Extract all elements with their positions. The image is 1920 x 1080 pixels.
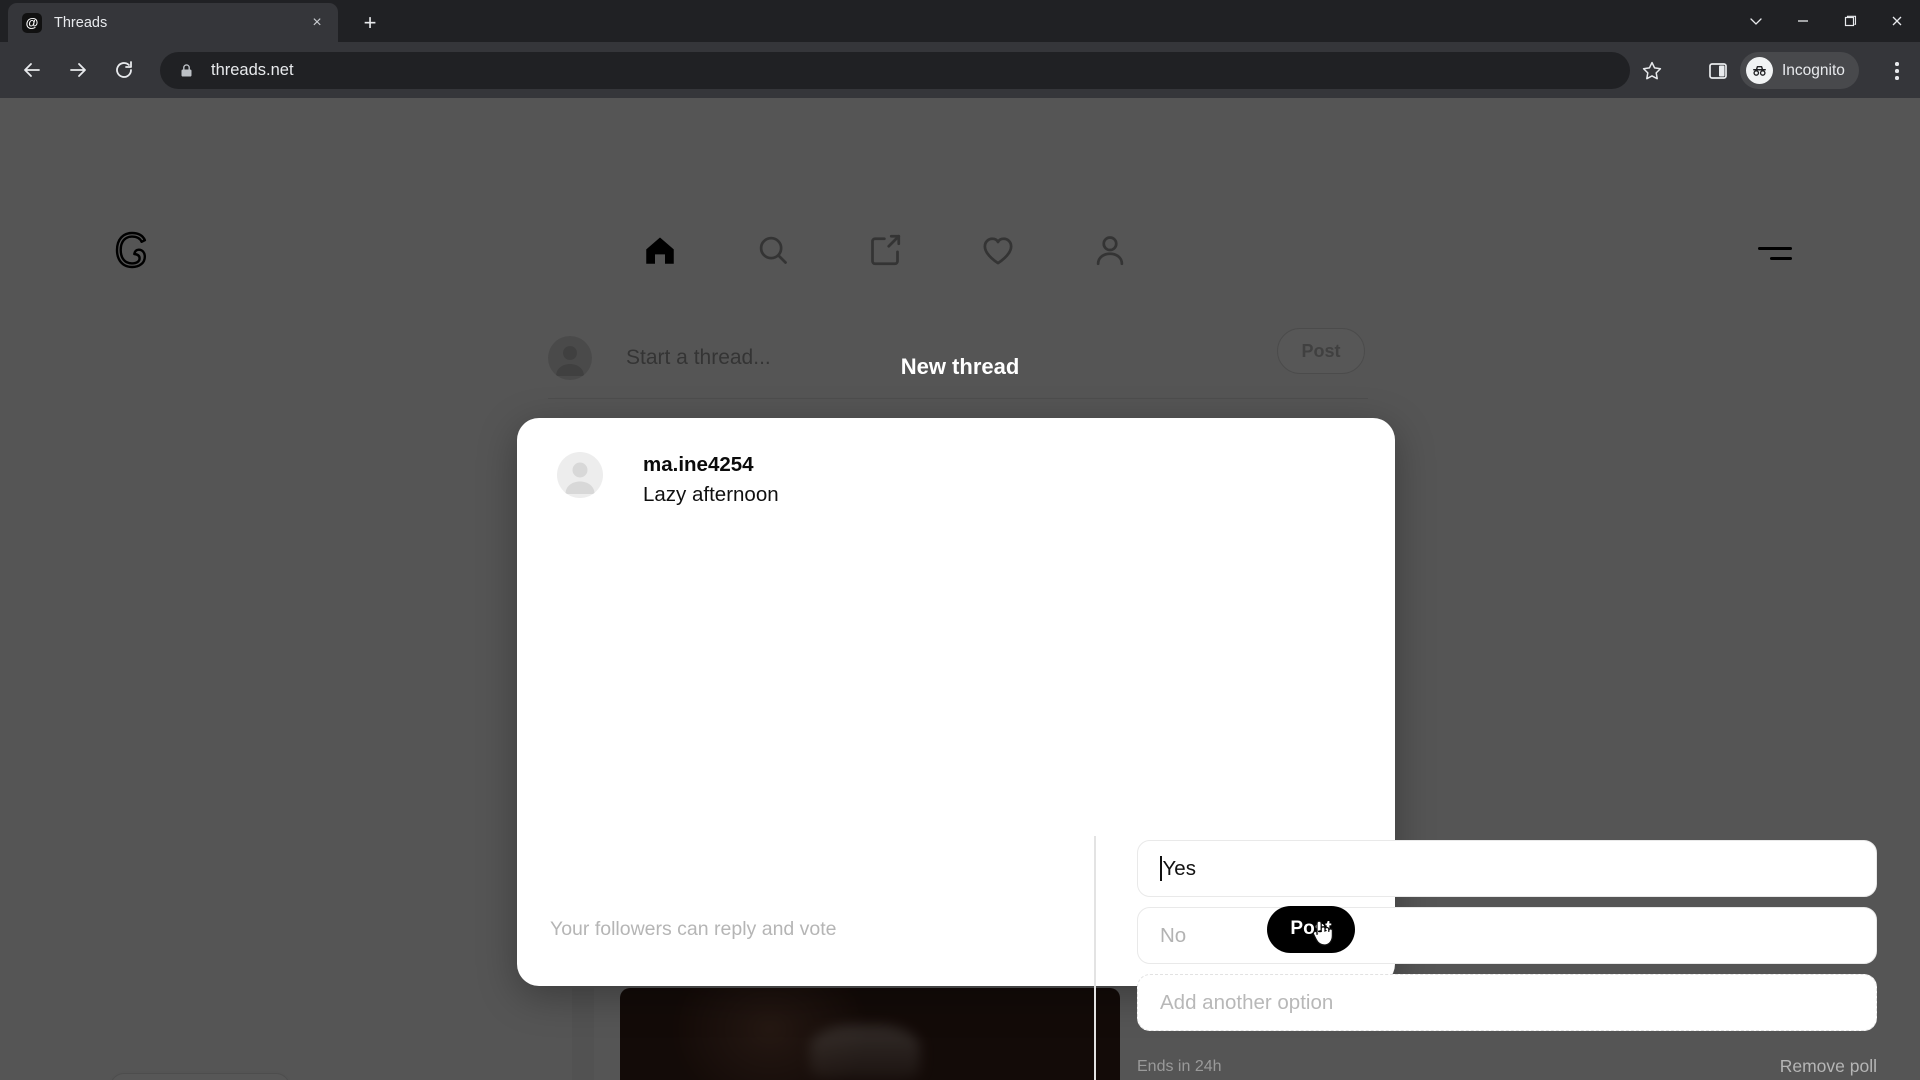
- incognito-icon: [1746, 57, 1773, 84]
- star-icon[interactable]: [1640, 59, 1664, 83]
- poll-option-3-placeholder: Add another option: [1160, 990, 1334, 1014]
- avatar[interactable]: [557, 452, 603, 498]
- browser-toolbar: threads.net Incognito: [0, 42, 1920, 98]
- browser-window: @ Threads × + threads.net Incognito New …: [0, 0, 1920, 1080]
- remove-poll-button[interactable]: Remove poll: [1780, 1056, 1877, 1077]
- post-button-label: Post: [1290, 918, 1332, 939]
- forward-icon[interactable]: [60, 52, 96, 88]
- thread-text: Lazy afternoon: [643, 482, 779, 506]
- poll-option-1-value: Yes: [1162, 856, 1196, 880]
- author-text: ma.ine4254 Lazy afternoon: [643, 452, 779, 508]
- close-icon[interactable]: ×: [306, 12, 328, 34]
- kebab-menu-icon[interactable]: [1886, 59, 1908, 83]
- page-viewport: Start a thread... Post For you New threa…: [0, 98, 1920, 1080]
- poll-meta-row: Ends in 24h Remove poll: [1137, 1056, 1877, 1077]
- poll-ends-in: Ends in 24h: [1137, 1057, 1222, 1075]
- new-tab-button[interactable]: +: [356, 9, 384, 37]
- username: ma.ine4254: [643, 453, 754, 476]
- tab-title: Threads: [54, 14, 108, 31]
- window-controls: [1732, 0, 1920, 42]
- text-cursor: [1160, 856, 1162, 881]
- thread-author-row: ma.ine4254 Lazy afternoon: [557, 452, 779, 508]
- reload-icon[interactable]: [106, 52, 142, 88]
- side-panel-icon[interactable]: [1705, 58, 1731, 84]
- close-window-icon[interactable]: [1873, 0, 1920, 42]
- user-avatar-icon: [557, 452, 603, 498]
- minimize-icon[interactable]: [1779, 0, 1826, 42]
- browser-tab[interactable]: @ Threads ×: [8, 3, 338, 42]
- tab-search-icon[interactable]: [1732, 0, 1779, 42]
- maximize-icon[interactable]: [1826, 0, 1873, 42]
- modal-footer: Your followers can reply and vote Post: [517, 882, 1395, 986]
- url-text: threads.net: [211, 61, 294, 79]
- audience-label[interactable]: Your followers can reply and vote: [550, 918, 837, 941]
- profile-chip[interactable]: Incognito: [1740, 52, 1859, 89]
- modal-title: New thread: [900, 354, 1020, 379]
- post-button[interactable]: Post: [1267, 905, 1355, 953]
- address-bar[interactable]: threads.net: [160, 52, 1630, 89]
- profile-label: Incognito: [1782, 61, 1845, 79]
- tab-strip: @ Threads × +: [0, 0, 1920, 42]
- back-icon[interactable]: [14, 52, 50, 88]
- lock-icon: [178, 62, 195, 79]
- threads-logo-icon: @: [22, 12, 42, 33]
- modal-body: ma.ine4254 Lazy afternoon Yes No Add ano…: [517, 418, 1877, 1080]
- new-thread-modal: ma.ine4254 Lazy afternoon Yes No Add ano…: [517, 418, 1877, 1080]
